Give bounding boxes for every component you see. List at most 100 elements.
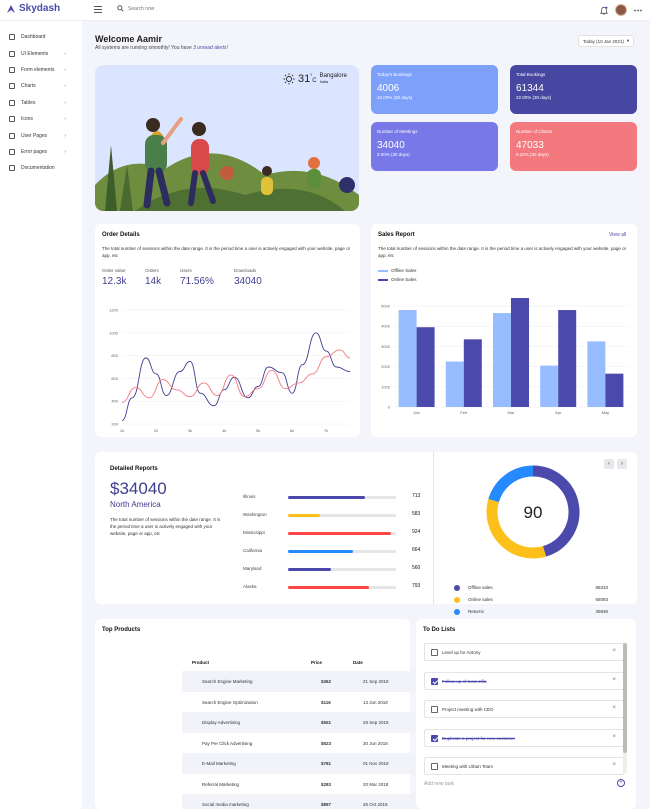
donut-slice-2: [488, 465, 534, 503]
sidebar-item-5[interactable]: Icons ›: [0, 111, 82, 127]
x-tick-label: Apr: [555, 410, 562, 415]
sidebar-item-0[interactable]: Dashboard: [0, 29, 82, 45]
bar-may-1: [605, 373, 624, 407]
progress-fill: [288, 532, 391, 535]
sidebar-item-2[interactable]: Form elements ›: [0, 62, 82, 78]
user-avatar[interactable]: [615, 4, 627, 16]
donut-legend-row: Returns 39836: [454, 607, 608, 617]
remove-todo-icon[interactable]: ×: [612, 762, 616, 768]
search-input[interactable]: Search now: [128, 6, 154, 12]
metric-label: Order value: [102, 268, 126, 273]
state-value: 664: [412, 547, 421, 553]
sidebar-item-3[interactable]: Charts ›: [0, 78, 82, 94]
legend-swatch: [378, 269, 388, 272]
stat-title: Number of Clients: [516, 129, 553, 134]
todo-item[interactable]: Project meeting with CEO ×: [424, 700, 624, 718]
sidebar-item-label: User Pages: [21, 132, 48, 139]
brand-logo[interactable]: Skydash: [6, 3, 60, 14]
cell-date: 20 Mar 2018: [363, 781, 389, 787]
unread-alerts-link[interactable]: 3 unread alerts!: [193, 45, 228, 51]
todo-item[interactable]: Level up for Antony ×: [424, 643, 624, 661]
add-task-icon[interactable]: +: [617, 779, 625, 787]
bar-mar-0: [493, 313, 511, 407]
menu-toggle-icon[interactable]: [94, 6, 102, 13]
top-navbar: Skydash Search now: [0, 0, 650, 21]
remove-todo-icon[interactable]: ×: [612, 734, 616, 740]
cell-product: Referral Marketing: [202, 781, 240, 787]
y-tick-label: 600: [111, 376, 118, 381]
cell-product: Pay Per Click Advertising: [202, 740, 253, 746]
remove-todo-icon[interactable]: ×: [612, 648, 616, 654]
todo-item[interactable]: Follow up of team zilla ×: [424, 671, 624, 690]
remove-todo-icon[interactable]: ×: [612, 677, 616, 683]
donut-legend-row: Offline sales 88333: [454, 583, 608, 593]
stat-value: 34040: [377, 140, 405, 151]
metric-label: Orders: [145, 268, 159, 273]
todo-title: To Do Lists: [423, 627, 456, 633]
progress-fill: [288, 496, 365, 499]
x-tick-label: 2k: [154, 428, 158, 433]
state-name: Maryland: [243, 566, 262, 571]
legend-dot: [454, 597, 460, 603]
sidebar-item-6[interactable]: User Pages ›: [0, 127, 82, 143]
more-options-icon[interactable]: [634, 9, 642, 12]
sidebar-item-7[interactable]: Error pages ›: [0, 144, 82, 160]
todo-scrollbar[interactable]: [623, 643, 627, 773]
detailed-reports-card: Detailed Reports $34040 North America Th…: [95, 452, 637, 615]
prev-button[interactable]: ‹: [604, 459, 614, 469]
todo-checkbox[interactable]: [431, 763, 438, 770]
sidebar-item-label: Dashboard: [21, 34, 46, 41]
remove-todo-icon[interactable]: ×: [612, 705, 616, 711]
sidebar-item-icon: [9, 99, 15, 106]
cell-date: 21 Sep 2018: [363, 679, 389, 684]
legend-label: Online sales: [468, 597, 493, 602]
state-value: 583: [412, 511, 421, 517]
sidebar-item-4[interactable]: Tables ›: [0, 95, 82, 111]
todo-card: To Do Lists Level up for Antony × Follow u…: [416, 619, 636, 809]
y-tick-label: 1000: [381, 384, 391, 389]
progress-track: [288, 550, 396, 553]
todo-checkbox[interactable]: [431, 677, 438, 685]
divider: [433, 452, 434, 604]
temperature-unit: C: [312, 78, 317, 84]
metric-value: 71.56%: [180, 276, 214, 287]
sidebar-item-icon: [9, 132, 15, 139]
state-name: California: [243, 548, 263, 553]
state-name: Washington: [243, 512, 267, 517]
todo-item[interactable]: Duplicate a project for new customer ×: [424, 728, 624, 747]
view-all-link[interactable]: View all: [609, 232, 626, 238]
legend-value: 39836: [595, 609, 608, 614]
todo-item[interactable]: Meeting with Urban Team ×: [424, 757, 624, 775]
cell-price: $283: [321, 781, 332, 787]
cell-date: 26 Oct 2018: [363, 802, 388, 807]
main-content: Welcome Aamir All systems are running sm…: [82, 21, 650, 809]
temperature: 31°C: [298, 73, 317, 85]
x-tick-label: Feb: [460, 410, 468, 415]
cell-price: $362: [321, 679, 332, 684]
stat-change: 22.00% (30 days): [516, 95, 552, 100]
bar-mar-1: [511, 298, 529, 407]
detailed-reports-title: Detailed Reports: [110, 466, 158, 472]
todo-checkbox[interactable]: [431, 649, 438, 656]
top-products-title: Top Products: [102, 627, 141, 633]
sidebar-item-1[interactable]: UI Elements ›: [0, 45, 82, 61]
todo-text: Project meeting with CEO: [442, 707, 494, 712]
date-picker-button[interactable]: Today (10 Jan 2021) ▾: [578, 35, 634, 47]
chevron-right-icon: ›: [64, 50, 66, 57]
todo-checkbox[interactable]: [431, 734, 438, 742]
bar-feb-0: [445, 361, 464, 407]
add-task-input[interactable]: Add new task: [424, 781, 454, 787]
sidebar-item-8[interactable]: Documentation: [0, 160, 82, 176]
next-button[interactable]: ›: [617, 459, 627, 469]
search-bar[interactable]: Search now: [117, 5, 154, 12]
cell-product: Search Engine Marketing: [202, 679, 253, 684]
legend-label: Returns: [468, 609, 484, 614]
x-tick-label: May: [602, 410, 610, 415]
x-tick-label: 4k: [222, 428, 226, 433]
line-series-0: [121, 332, 351, 422]
notification-bell-icon[interactable]: [600, 6, 608, 15]
todo-checkbox[interactable]: [431, 706, 438, 713]
stat-card: Number of Meetings 34040 2.00% (30 days): [371, 122, 498, 171]
brand-name: Skydash: [19, 3, 61, 14]
sidebar-item-label: Tables: [21, 99, 36, 106]
